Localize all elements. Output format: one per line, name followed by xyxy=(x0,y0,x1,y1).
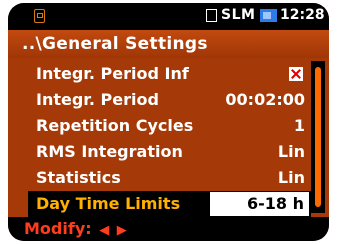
menu-item-day-time-limits[interactable]: Day Time Limits 6-18 h xyxy=(28,191,311,217)
menu-item-value: 1 xyxy=(293,116,305,135)
battery-icon xyxy=(260,9,277,22)
title-bar: ..\General Settings xyxy=(8,30,329,58)
menu-item-label: Repetition Cycles xyxy=(36,116,194,135)
value-editor[interactable]: 6-18 h xyxy=(210,192,309,216)
arrow-right-icon: ▶ xyxy=(116,223,127,238)
menu-item-label: RMS Integration xyxy=(36,142,183,161)
menu-item-label: Integr. Period xyxy=(36,90,159,109)
scrollbar[interactable] xyxy=(311,61,325,213)
menu-item-value: Lin xyxy=(277,168,305,187)
mode-label: SLM xyxy=(221,7,256,23)
menu-item-label: Day Time Limits xyxy=(36,194,181,213)
menu-item-label: Statistics xyxy=(36,168,121,187)
menu-item-value: Lin xyxy=(277,142,305,161)
arrow-left-icon: ◀ xyxy=(99,223,110,238)
menu-item-rms-integration[interactable]: RMS Integration Lin xyxy=(28,139,311,165)
menu-item-integr-period-inf[interactable]: Integr. Period Inf xyxy=(28,61,311,87)
status-bar: SLM 12:28 xyxy=(8,3,329,30)
menu-item-integr-period[interactable]: Integr. Period 00:02:00 xyxy=(28,87,311,113)
menu-item-value: 00:02:00 xyxy=(225,90,305,109)
menu-item-repetition-cycles[interactable]: Repetition Cycles 1 xyxy=(28,113,311,139)
menu-item-value: 6-18 h xyxy=(247,194,304,213)
footer-label: Modify: xyxy=(24,219,92,238)
device-screen: SLM 12:28 ..\General Settings Integr. Pe… xyxy=(8,3,329,241)
clock-time: 12:28 xyxy=(280,7,325,23)
mode-indicator-icon xyxy=(206,9,217,22)
scrollbar-thumb[interactable] xyxy=(315,67,321,207)
page-title: ..\General Settings xyxy=(22,34,208,54)
footer-hint: Modify: ◀ ▶ xyxy=(24,219,127,238)
menu-item-label: Integr. Period Inf xyxy=(36,64,189,83)
menu-item-statistics[interactable]: Statistics Lin xyxy=(28,165,311,191)
checkbox-unchecked-icon[interactable] xyxy=(289,67,303,81)
device-icon xyxy=(34,9,45,23)
footer-bar: Modify: ◀ ▶ xyxy=(8,217,329,241)
